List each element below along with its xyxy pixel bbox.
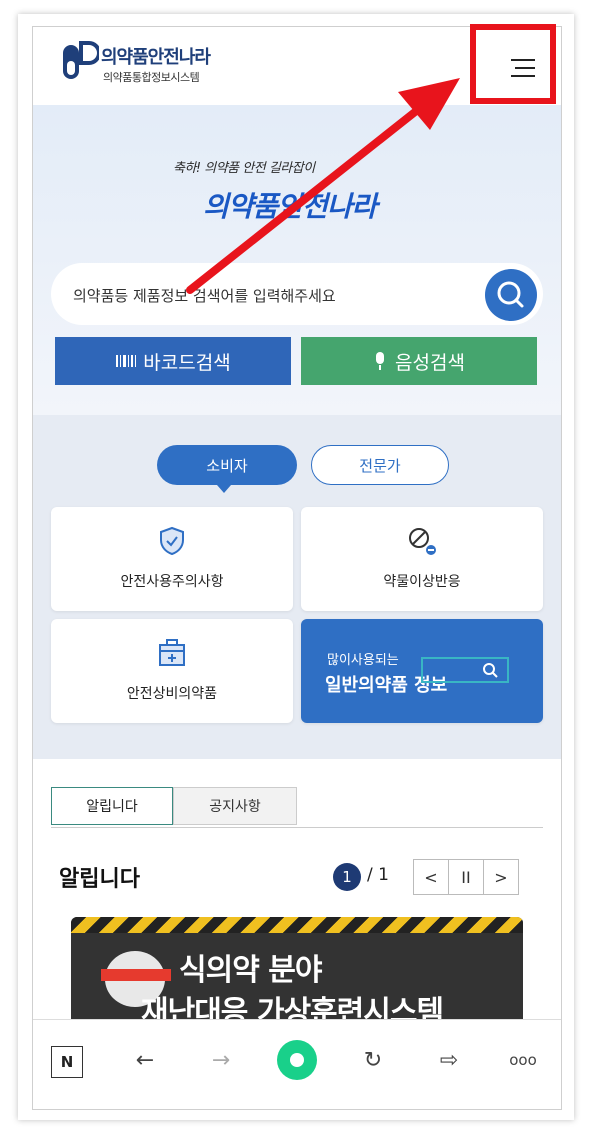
annotation-arrow — [186, 78, 460, 294]
